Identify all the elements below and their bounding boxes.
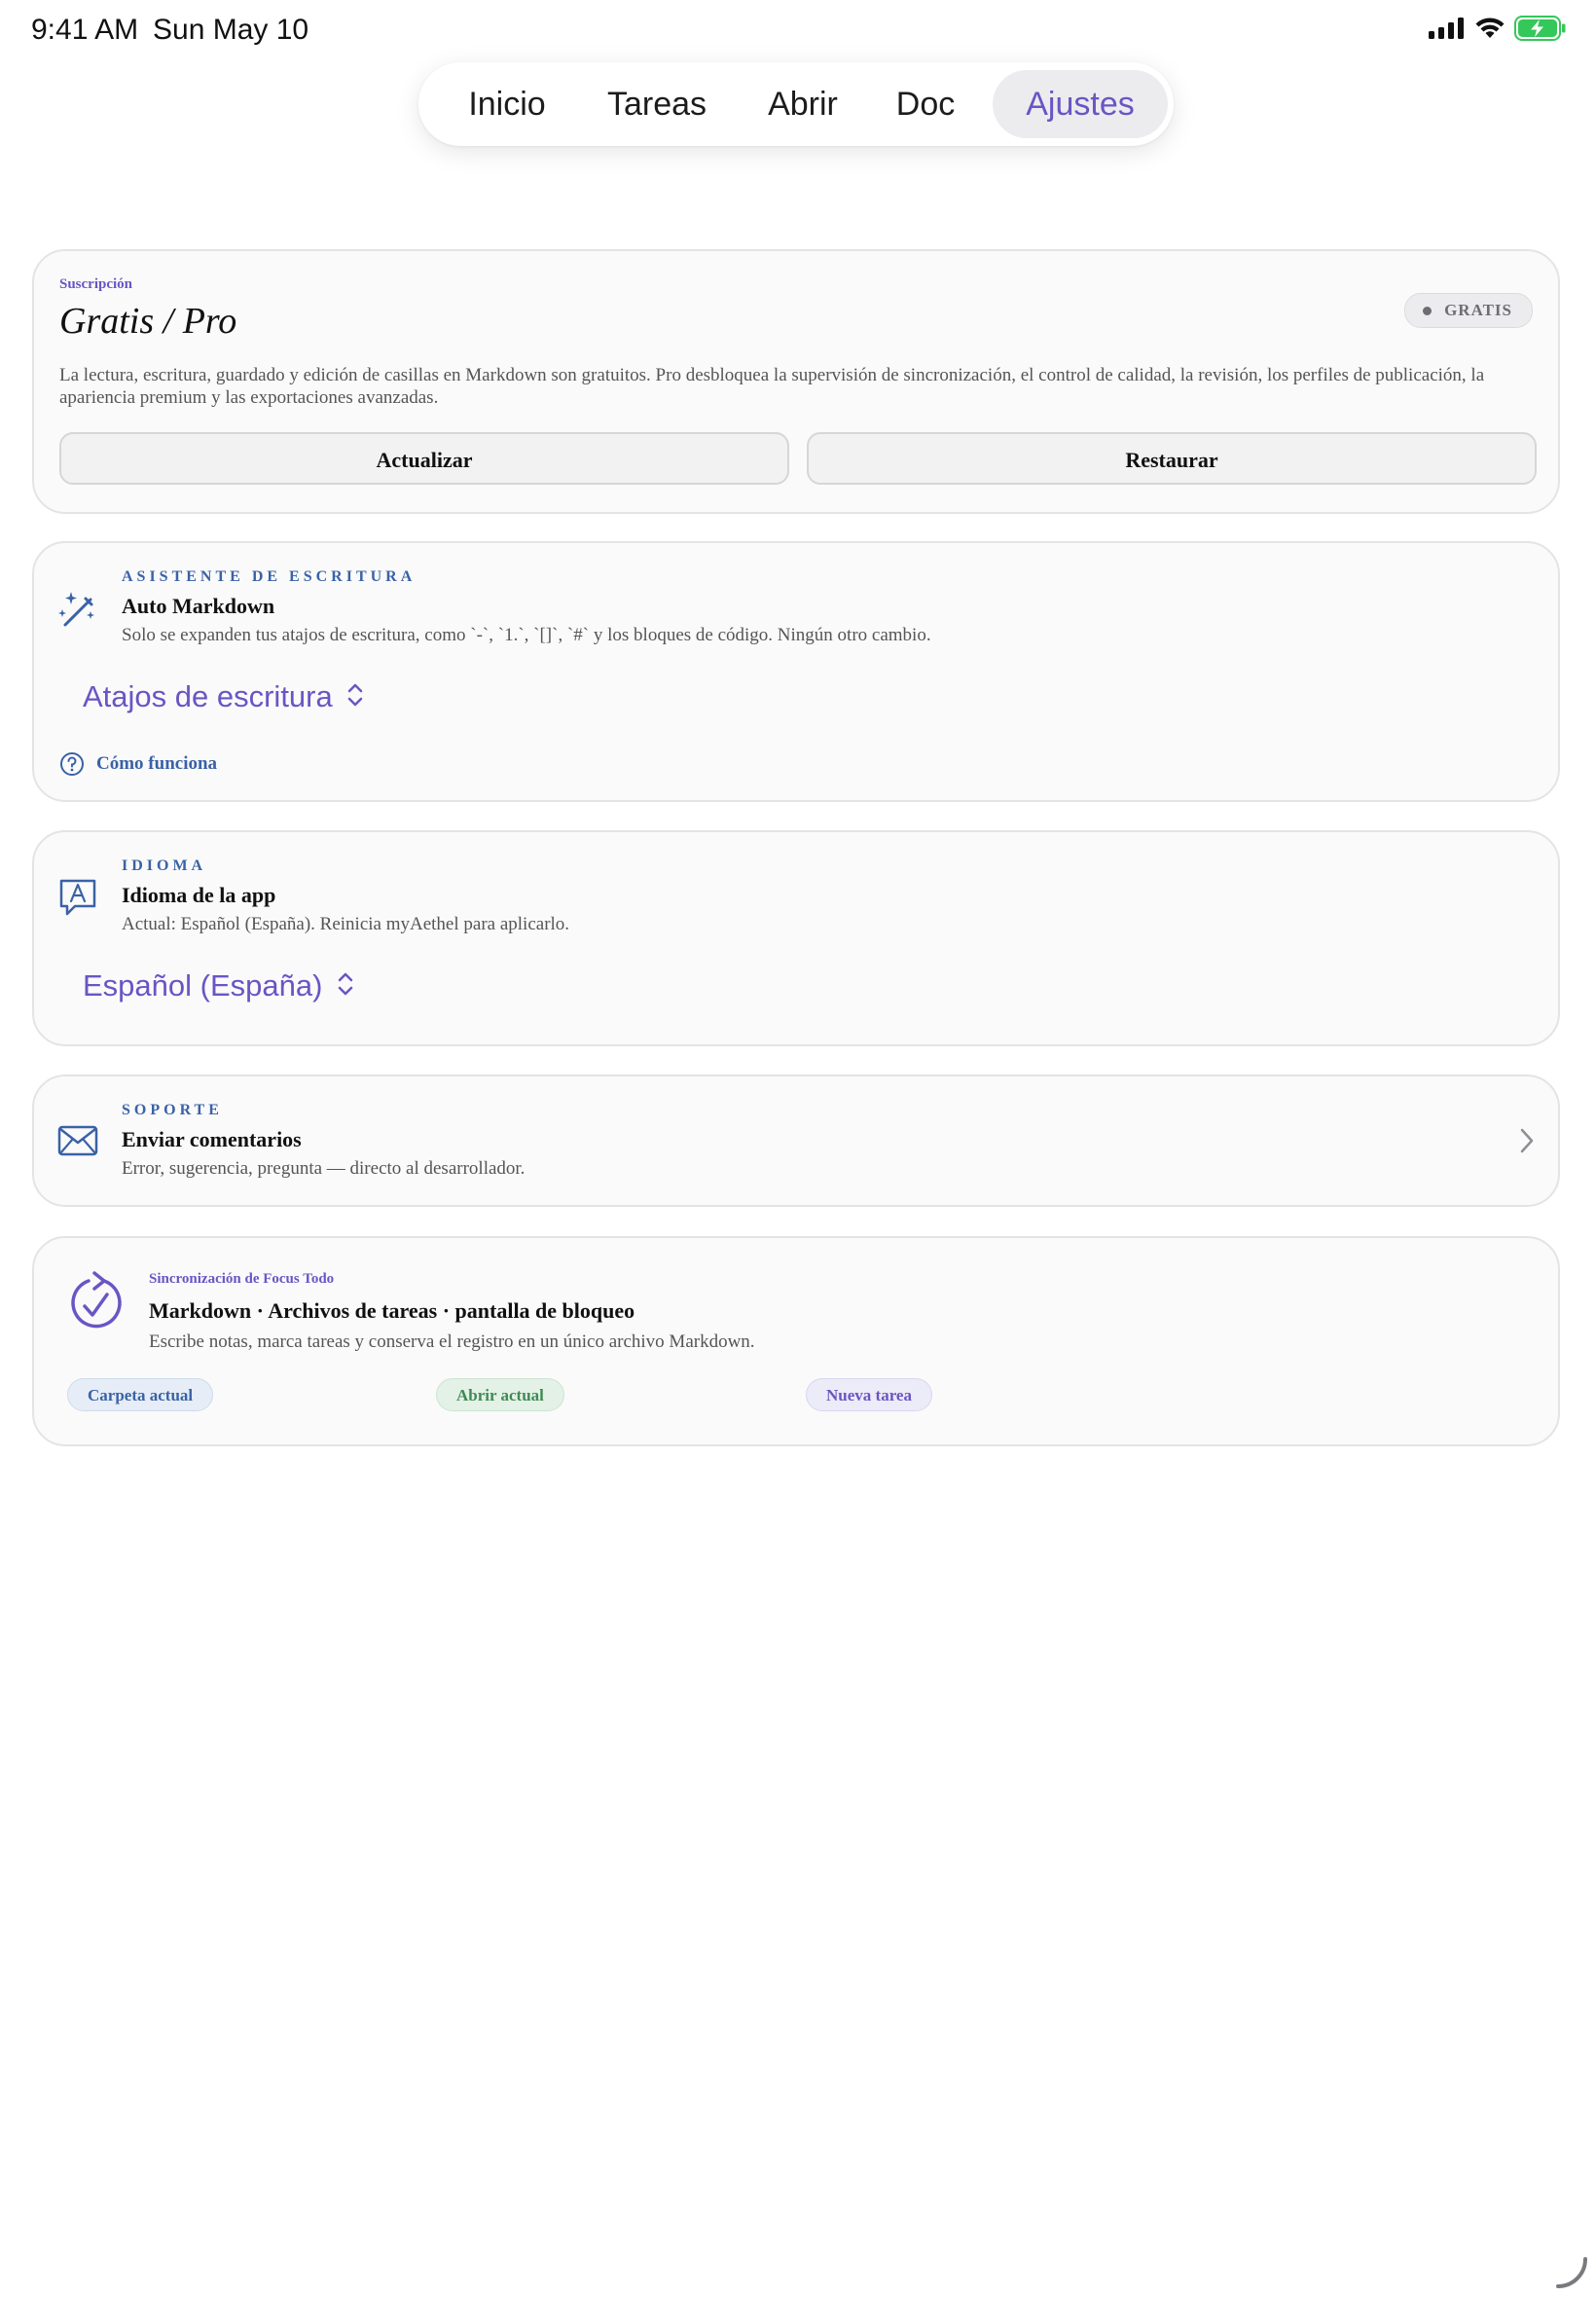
status-time: 9:41 AM xyxy=(31,14,139,46)
current-folder-chip[interactable]: Carpeta actual xyxy=(67,1378,214,1411)
magic-wand-icon xyxy=(58,592,94,627)
tab-inicio[interactable]: Inicio xyxy=(444,70,570,138)
restore-button[interactable]: Restaurar xyxy=(807,432,1537,485)
wifi-icon xyxy=(1475,18,1505,38)
envelope-icon xyxy=(57,1125,98,1156)
question-circle-icon xyxy=(60,752,84,776)
cellular-signal-icon xyxy=(1429,18,1464,39)
language-eyebrow: IDIOMA xyxy=(122,857,207,874)
sync-checkmark-icon xyxy=(71,1271,122,1329)
language-bubble-icon xyxy=(59,879,96,916)
chevron-right-icon xyxy=(1520,1128,1534,1153)
how-it-works-link[interactable]: Cómo funciona xyxy=(59,751,217,777)
subscription-description: La lectura, escritura, guardado y edició… xyxy=(59,365,1485,408)
support-title: Enviar comentarios xyxy=(122,1127,302,1151)
chevron-up-down-icon xyxy=(338,972,353,996)
focus-todo-sync-card: Sincronización de Focus Todo Markdown · … xyxy=(32,1236,1560,1446)
corner-resize-handle-icon[interactable] xyxy=(1555,2256,1588,2289)
language-picker[interactable]: Español (España) xyxy=(83,968,354,1003)
support-eyebrow: SOPORTE xyxy=(122,1102,223,1118)
focus-sync-eyebrow: Sincronización de Focus Todo xyxy=(149,1271,335,1287)
subscription-card: Suscripción Gratis / Pro GRATIS La lectu… xyxy=(32,249,1560,514)
status-icons xyxy=(1429,16,1567,41)
open-current-chip[interactable]: Abrir actual xyxy=(436,1378,564,1411)
subscription-title: Gratis / Pro xyxy=(59,301,237,342)
how-it-works-label: Cómo funciona xyxy=(96,753,218,774)
writing-assistant-eyebrow: ASISTENTE DE ESCRITURA xyxy=(122,568,417,585)
plan-status-badge: GRATIS xyxy=(1404,293,1533,328)
tab-doc[interactable]: Doc xyxy=(872,70,979,138)
writing-shortcuts-picker[interactable]: Atajos de escritura xyxy=(83,679,364,714)
status-date: Sun May 10 xyxy=(153,14,309,46)
plan-status-label: GRATIS xyxy=(1444,301,1512,319)
upgrade-button[interactable]: Actualizar xyxy=(59,432,789,485)
language-title: Idioma de la app xyxy=(122,883,276,907)
focus-sync-title: Markdown · Archivos de tareas · pantalla… xyxy=(149,1298,635,1323)
tab-tareas[interactable]: Tareas xyxy=(584,70,730,138)
new-task-chip[interactable]: Nueva tarea xyxy=(806,1378,932,1411)
language-description: Actual: Español (España). Reinicia myAet… xyxy=(122,914,570,934)
writing-assistant-title: Auto Markdown xyxy=(122,594,275,618)
status-dot-icon xyxy=(1423,307,1433,315)
writing-shortcuts-value: Atajos de escritura xyxy=(83,679,333,713)
support-description: Error, sugerencia, pregunta — directo al… xyxy=(122,1158,526,1179)
subscription-eyebrow: Suscripción xyxy=(59,276,133,292)
tab-abrir[interactable]: Abrir xyxy=(740,70,866,138)
language-card: IDIOMA Idioma de la app Actual: Español … xyxy=(32,830,1560,1046)
tab-ajustes[interactable]: Ajustes xyxy=(993,70,1168,138)
battery-charging-icon xyxy=(1514,16,1566,41)
segmented-tab-bar: Inicio Tareas Abrir Doc Ajustes xyxy=(418,62,1174,146)
chevron-up-down-icon xyxy=(348,683,363,707)
writing-assistant-description: Solo se expanden tus atajos de escritura… xyxy=(122,625,931,645)
language-picker-value: Español (España) xyxy=(83,968,323,1003)
writing-assistant-card: ASISTENTE DE ESCRITURA Auto Markdown Sol… xyxy=(32,541,1560,802)
focus-sync-description: Escribe notas, marca tareas y conserva e… xyxy=(149,1331,755,1352)
send-feedback-row[interactable]: SOPORTE Enviar comentarios Error, sugere… xyxy=(32,1075,1560,1207)
